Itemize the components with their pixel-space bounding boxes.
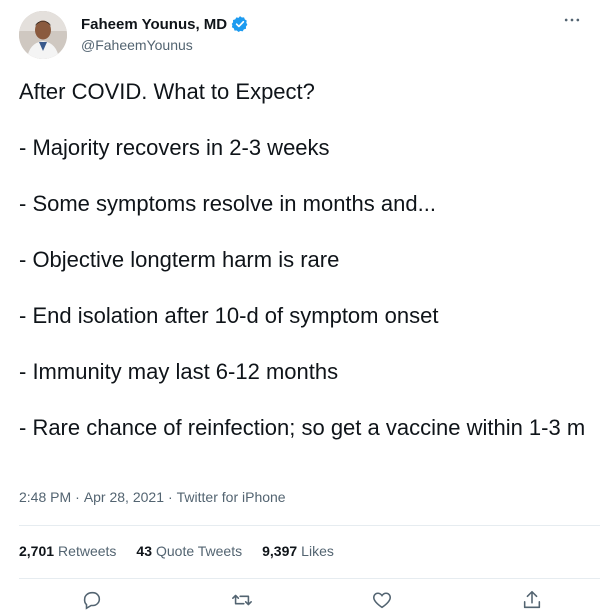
author-handle[interactable]: @FaheemYounus	[81, 37, 193, 53]
tweet: Faheem Younus, MD @FaheemYounus After CO…	[0, 0, 600, 610]
like-button[interactable]	[371, 589, 393, 611]
share-icon	[523, 590, 541, 609]
tweet-time[interactable]: 2:48 PM	[19, 489, 71, 505]
tweet-source[interactable]: Twitter for iPhone	[177, 489, 286, 505]
retweet-button[interactable]	[231, 589, 253, 611]
quote-tweets-label: Quote Tweets	[155, 543, 243, 559]
retweets-stat[interactable]: 2,701 Retweets	[19, 543, 116, 559]
tweet-date[interactable]: Apr 28, 2021	[84, 489, 164, 505]
tweet-text: After COVID. What to Expect? - Majority …	[19, 78, 589, 442]
more-icon	[564, 18, 580, 22]
engagement-stats: 2,701 Retweets 43 Quote Tweets 9,397 Lik…	[19, 543, 334, 559]
more-options-button[interactable]	[560, 8, 584, 32]
share-button[interactable]	[521, 589, 543, 611]
reply-icon	[83, 591, 101, 610]
avatar[interactable]	[19, 11, 67, 59]
author-name-row[interactable]: Faheem Younus, MD	[81, 15, 249, 33]
likes-stat[interactable]: 9,397 Likes	[262, 543, 334, 559]
quote-tweets-count: 43	[136, 543, 152, 559]
likes-label: Likes	[301, 543, 334, 559]
tweet-line: - Some symptoms resolve in months and...	[19, 191, 436, 216]
like-icon	[373, 592, 391, 609]
tweet-actions	[19, 589, 600, 611]
tweet-line: - Immunity may last 6-12 months	[19, 359, 339, 384]
likes-count: 9,397	[262, 543, 298, 559]
tweet-line: - Rare chance of reinfection; so get a v…	[19, 415, 586, 440]
verified-icon	[231, 15, 249, 33]
retweets-label: Retweets	[58, 543, 117, 559]
tweet-line: After COVID. What to Expect?	[19, 79, 315, 104]
divider	[19, 525, 600, 526]
retweet-icon	[232, 594, 252, 606]
tweet-line: - Majority recovers in 2-3 weeks	[19, 135, 330, 160]
tweet-meta: 2:48 PM · Apr 28, 2021 · Twitter for iPhone	[19, 489, 286, 505]
tweet-line: - End isolation after 10-d of symptom on…	[19, 303, 439, 328]
divider	[19, 578, 600, 579]
retweets-count: 2,701	[19, 543, 55, 559]
display-name[interactable]: Faheem Younus, MD	[81, 16, 227, 33]
quote-tweets-stat[interactable]: 43 Quote Tweets	[136, 543, 242, 559]
reply-button[interactable]	[81, 589, 103, 611]
tweet-line: - Objective longterm harm is rare	[19, 247, 340, 272]
